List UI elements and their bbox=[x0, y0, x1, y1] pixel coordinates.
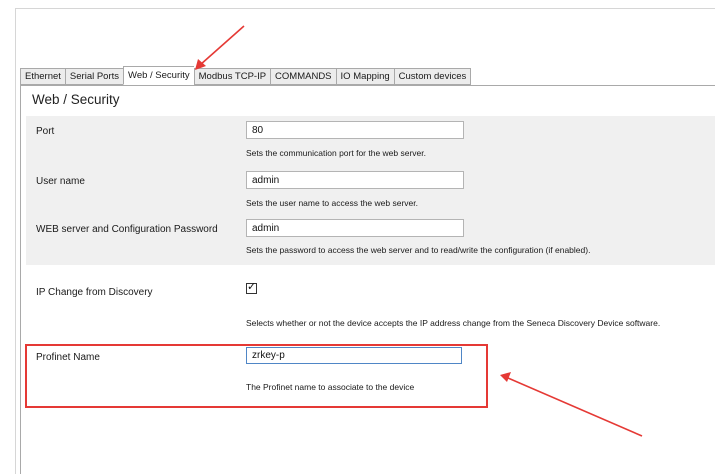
tab-custom-devices[interactable]: Custom devices bbox=[393, 68, 472, 85]
password-description: Sets the password to access the web serv… bbox=[246, 245, 591, 255]
username-label: User name bbox=[36, 176, 85, 187]
username-field[interactable] bbox=[246, 171, 464, 189]
username-description: Sets the user name to access the web ser… bbox=[246, 198, 418, 208]
tab-commands[interactable]: COMMANDS bbox=[270, 68, 336, 85]
password-field[interactable] bbox=[246, 219, 464, 237]
ip-change-description: Selects whether or not the device accept… bbox=[246, 318, 661, 328]
tab-modbus-tcp-ip[interactable]: Modbus TCP-IP bbox=[193, 68, 271, 85]
tab-bar: Ethernet Serial Ports Web / Security Mod… bbox=[20, 66, 472, 85]
highlight-box bbox=[25, 344, 488, 408]
ip-change-checkbox[interactable]: ✓ bbox=[246, 281, 257, 294]
tab-serial-ports[interactable]: Serial Ports bbox=[64, 68, 124, 85]
port-label: Port bbox=[36, 126, 55, 137]
tab-io-mapping[interactable]: IO Mapping bbox=[335, 68, 394, 85]
panel-title: Web / Security bbox=[32, 92, 120, 107]
tab-ethernet[interactable]: Ethernet bbox=[20, 68, 65, 85]
password-label: WEB server and Configuration Password bbox=[36, 224, 218, 235]
port-field[interactable] bbox=[246, 121, 464, 139]
port-description: Sets the communication port for the web … bbox=[246, 148, 427, 158]
checkmark-icon: ✓ bbox=[247, 281, 257, 293]
tab-web-security[interactable]: Web / Security bbox=[123, 66, 194, 85]
ip-change-label: IP Change from Discovery bbox=[36, 287, 153, 298]
